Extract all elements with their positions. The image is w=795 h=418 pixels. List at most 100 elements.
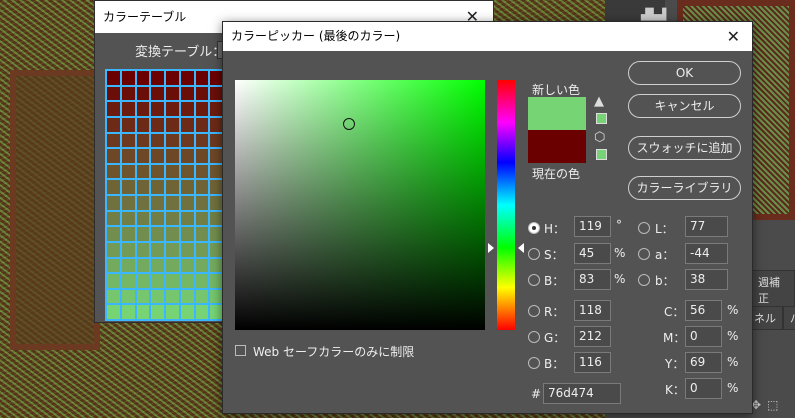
input-y[interactable]: 69: [685, 352, 722, 373]
color-table-cell[interactable]: [179, 163, 195, 180]
color-table-cell[interactable]: [194, 85, 210, 102]
color-table-cell[interactable]: [120, 148, 136, 164]
color-table-cell[interactable]: [179, 226, 195, 242]
color-table-cell[interactable]: [120, 116, 136, 133]
close-icon[interactable]: ✕: [727, 22, 740, 51]
color-table-cell[interactable]: [150, 241, 165, 258]
color-table-cell[interactable]: [150, 257, 165, 274]
web-safe-only-checkbox[interactable]: [235, 345, 246, 356]
color-table-cell[interactable]: [150, 288, 165, 305]
color-table-cell[interactable]: [106, 257, 121, 274]
color-table-cell[interactable]: [120, 257, 136, 274]
color-table-cell[interactable]: [179, 257, 195, 274]
color-table-cell[interactable]: [194, 163, 210, 180]
web-safe-cube-icon[interactable]: ⬡: [594, 131, 608, 145]
input-r[interactable]: 118: [574, 300, 611, 321]
adjust-tab[interactable]: 週補正: [751, 270, 795, 310]
color-table-cell[interactable]: [179, 148, 195, 164]
color-table-cell[interactable]: [165, 210, 180, 227]
color-table-cell[interactable]: [106, 101, 121, 117]
color-table-cell[interactable]: [106, 273, 121, 289]
color-table-cell[interactable]: [165, 163, 180, 180]
input-k[interactable]: 0: [685, 378, 722, 399]
color-table-cell[interactable]: [120, 288, 136, 305]
color-table-cell[interactable]: [150, 116, 165, 133]
color-table-cell[interactable]: [165, 304, 180, 320]
ok-button[interactable]: OK: [628, 61, 741, 85]
color-table-cell[interactable]: [135, 132, 151, 149]
input-c[interactable]: 56: [685, 300, 722, 321]
color-table-cell[interactable]: [165, 241, 180, 258]
hex-input[interactable]: 76d474: [543, 383, 621, 404]
color-table-cell[interactable]: [179, 70, 195, 86]
color-table-cell[interactable]: [150, 195, 165, 211]
color-table-cell[interactable]: [120, 226, 136, 242]
color-table-cell[interactable]: [135, 195, 151, 211]
color-table-cell[interactable]: [135, 304, 151, 320]
color-table-cell[interactable]: [106, 288, 121, 305]
color-table-cell[interactable]: [194, 179, 210, 195]
input-a[interactable]: -44: [685, 243, 728, 264]
out-of-gamut-warning-icon[interactable]: ▲: [594, 95, 608, 109]
color-table-cell[interactable]: [194, 195, 210, 211]
color-table-cell[interactable]: [135, 163, 151, 180]
input-g[interactable]: 212: [574, 326, 611, 347]
input-lab-b[interactable]: 38: [685, 269, 728, 290]
color-table-cell[interactable]: [150, 101, 165, 117]
color-table-cell[interactable]: [150, 148, 165, 164]
color-table-cell[interactable]: [135, 257, 151, 274]
color-table-cell[interactable]: [120, 241, 136, 258]
color-table-cell[interactable]: [135, 70, 151, 86]
radio-lab-b[interactable]: [638, 274, 650, 286]
color-table-cell[interactable]: [194, 304, 210, 320]
color-table-cell[interactable]: [106, 179, 121, 195]
color-table-cell[interactable]: [194, 241, 210, 258]
web-safe-swatch[interactable]: [596, 149, 607, 160]
color-table-cell[interactable]: [194, 210, 210, 227]
color-table-cell[interactable]: [194, 226, 210, 242]
color-table-cell[interactable]: [179, 288, 195, 305]
input-rgb-b[interactable]: 116: [574, 352, 611, 373]
color-table-cell[interactable]: [179, 101, 195, 117]
color-table-cell[interactable]: [120, 132, 136, 149]
radio-r[interactable]: [528, 305, 540, 317]
color-table-cell[interactable]: [179, 195, 195, 211]
radio-h[interactable]: [528, 222, 540, 234]
color-table-cell[interactable]: [194, 70, 210, 86]
radio-s[interactable]: [528, 248, 540, 260]
color-libraries-button[interactable]: カラーライブラリ: [628, 176, 741, 200]
color-table-cell[interactable]: [179, 241, 195, 258]
hue-slider[interactable]: [497, 80, 515, 330]
paths-tab[interactable]: パ: [783, 306, 795, 330]
color-table-cell[interactable]: [165, 195, 180, 211]
input-l[interactable]: 77: [685, 216, 728, 237]
color-table-cell[interactable]: [106, 163, 121, 180]
color-table-cell[interactable]: [179, 210, 195, 227]
color-table-cell[interactable]: [120, 195, 136, 211]
hue-slider-arrow-left[interactable]: [488, 243, 494, 253]
radio-l[interactable]: [638, 222, 650, 234]
color-table-cell[interactable]: [106, 304, 121, 320]
color-table-cell[interactable]: [194, 101, 210, 117]
color-table-cell[interactable]: [165, 132, 180, 149]
color-table-cell[interactable]: [106, 132, 121, 149]
color-table-cell[interactable]: [150, 70, 165, 86]
saturation-brightness-field[interactable]: [235, 80, 485, 330]
input-h[interactable]: 119: [574, 216, 611, 237]
color-table-cell[interactable]: [194, 288, 210, 305]
color-table-cell[interactable]: [165, 101, 180, 117]
color-table-cell[interactable]: [150, 85, 165, 102]
color-table-cell[interactable]: [194, 116, 210, 133]
radio-g[interactable]: [528, 331, 540, 343]
color-table-cell[interactable]: [194, 273, 210, 289]
color-table-cell[interactable]: [135, 116, 151, 133]
hue-slider-arrow-right[interactable]: [518, 243, 524, 253]
color-table-cell[interactable]: [179, 273, 195, 289]
radio-rgb-b[interactable]: [528, 357, 540, 369]
color-table-cell[interactable]: [120, 179, 136, 195]
color-table-cell[interactable]: [165, 148, 180, 164]
color-table-cell[interactable]: [120, 210, 136, 227]
color-table-cell[interactable]: [135, 288, 151, 305]
color-table-cell[interactable]: [120, 304, 136, 320]
color-table-cell[interactable]: [165, 273, 180, 289]
